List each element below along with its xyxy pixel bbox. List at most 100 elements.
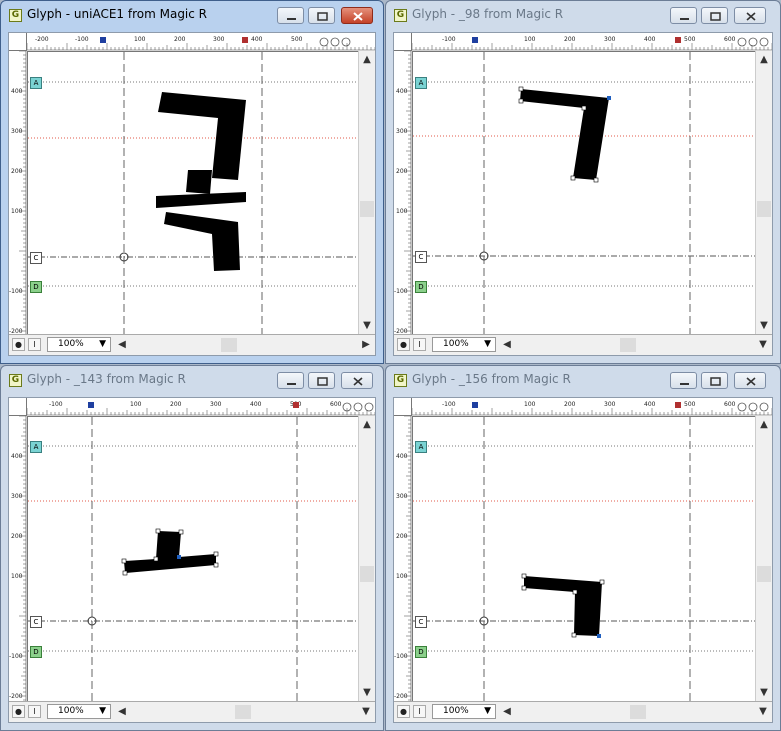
advance-marker-icon[interactable] [293, 402, 299, 408]
maximize-button[interactable] [308, 7, 335, 24]
info-icon[interactable] [748, 37, 758, 47]
scroll-up-button[interactable]: ▲ [757, 418, 771, 432]
vertical-scrollbar[interactable]: ▲ ▼ [358, 416, 375, 702]
lock-icon[interactable]: ● [397, 338, 410, 351]
glyph-outline[interactable] [518, 86, 611, 183]
glyph-canvas[interactable]: A C D [28, 417, 360, 706]
maximize-button[interactable] [308, 372, 335, 389]
zoom-select[interactable]: 100% ▼ [432, 704, 496, 719]
origin-marker-icon[interactable] [472, 37, 478, 43]
text-tool-icon[interactable]: I [413, 338, 426, 351]
vertical-scrollbar[interactable]: ▲ ▼ [755, 416, 772, 702]
text-tool-icon[interactable]: I [28, 338, 41, 351]
advance-marker-icon[interactable] [242, 37, 248, 43]
glyph-canvas[interactable]: A C D [413, 52, 757, 339]
scroll-down-button[interactable]: ▼ [360, 686, 374, 700]
marker-a[interactable]: A [30, 441, 42, 453]
scroll-right-button[interactable]: ▶ [359, 338, 373, 352]
minimize-button[interactable] [670, 7, 697, 24]
marker-d[interactable]: D [415, 646, 427, 658]
info-icon[interactable] [748, 402, 758, 412]
scroll-down-button[interactable]: ▼ [756, 338, 770, 352]
options-icon[interactable] [364, 402, 374, 412]
scroll-down-button[interactable]: ▼ [756, 705, 770, 719]
text-tool-icon[interactable]: I [413, 705, 426, 718]
glyph-canvas[interactable]: A C D [413, 417, 757, 706]
window-titlebar[interactable]: G Glyph - _143 from Magic R [1, 366, 383, 397]
lock-icon[interactable]: ● [397, 705, 410, 718]
marker-c[interactable]: C [415, 251, 427, 263]
scroll-left-button[interactable]: ◀ [115, 705, 129, 719]
marker-d[interactable]: D [415, 281, 427, 293]
scroll-thumb[interactable] [620, 338, 636, 352]
scroll-up-button[interactable]: ▲ [360, 418, 374, 432]
advance-marker-icon[interactable] [675, 37, 681, 43]
help-icon[interactable] [737, 37, 747, 47]
scroll-up-button[interactable]: ▲ [360, 53, 374, 67]
advance-marker-icon[interactable] [675, 402, 681, 408]
maximize-button[interactable] [701, 7, 728, 24]
origin-marker-icon[interactable] [472, 402, 478, 408]
lock-icon[interactable]: ● [12, 338, 25, 351]
close-button[interactable] [341, 372, 373, 389]
scroll-thumb[interactable] [221, 338, 237, 352]
scroll-left-button[interactable]: ◀ [115, 338, 129, 352]
scroll-thumb[interactable] [360, 201, 374, 217]
scroll-down-button[interactable]: ▼ [360, 319, 374, 333]
scroll-thumb[interactable] [757, 201, 771, 217]
options-icon[interactable] [759, 402, 769, 412]
marker-c[interactable]: C [30, 616, 42, 628]
maximize-button[interactable] [701, 372, 728, 389]
scroll-left-button[interactable]: ◀ [500, 705, 514, 719]
scroll-down-button[interactable]: ▼ [359, 705, 373, 719]
origin-marker-icon[interactable] [100, 37, 106, 43]
text-tool-icon[interactable]: I [28, 705, 41, 718]
minimize-button[interactable] [277, 372, 304, 389]
marker-d[interactable]: D [30, 646, 42, 658]
window-titlebar[interactable]: G Glyph - uniACE1 from Magic R [1, 1, 383, 32]
scroll-thumb[interactable] [235, 705, 251, 719]
zoom-select[interactable]: 100% ▼ [47, 704, 111, 719]
marker-a[interactable]: A [415, 441, 427, 453]
help-icon[interactable] [319, 37, 329, 47]
scroll-thumb[interactable] [757, 566, 771, 582]
origin-marker-icon[interactable] [88, 402, 94, 408]
marker-c[interactable]: C [30, 252, 42, 264]
glyph-window-98[interactable]: G Glyph - _98 from Magic R -100 100 200 … [385, 0, 781, 364]
vertical-scrollbar[interactable]: ▲ ▼ [358, 51, 375, 335]
scroll-left-button[interactable]: ◀ [500, 338, 514, 352]
scroll-down-button[interactable]: ▼ [757, 319, 771, 333]
glyph-outline[interactable] [121, 528, 219, 576]
marker-c[interactable]: C [415, 616, 427, 628]
minimize-button[interactable] [277, 7, 304, 24]
marker-a[interactable]: A [30, 77, 42, 89]
minimize-button[interactable] [670, 372, 697, 389]
close-button[interactable] [341, 7, 373, 24]
window-titlebar[interactable]: G Glyph - _98 from Magic R [386, 1, 780, 32]
glyph-canvas[interactable]: A C D [28, 52, 360, 339]
window-titlebar[interactable]: G Glyph - _156 from Magic R [386, 366, 780, 397]
scroll-up-button[interactable]: ▲ [757, 53, 771, 67]
marker-a[interactable]: A [415, 77, 427, 89]
marker-d[interactable]: D [30, 281, 42, 293]
info-icon[interactable] [353, 402, 363, 412]
info-icon[interactable] [330, 37, 340, 47]
zoom-select[interactable]: 100% ▼ [47, 337, 111, 352]
zoom-select[interactable]: 100% ▼ [432, 337, 496, 352]
options-icon[interactable] [759, 37, 769, 47]
help-icon[interactable] [737, 402, 747, 412]
close-button[interactable] [734, 7, 766, 24]
scroll-down-button[interactable]: ▼ [757, 686, 771, 700]
glyph-outline[interactable] [156, 92, 246, 271]
scroll-thumb[interactable] [630, 705, 646, 719]
glyph-outline[interactable] [521, 573, 605, 638]
glyph-window-uniace1[interactable]: G Glyph - uniACE1 from Magic R -200 -100… [0, 0, 384, 364]
chevron-down-icon: ▼ [99, 339, 106, 349]
glyph-window-143[interactable]: G Glyph - _143 from Magic R -100 100 200… [0, 365, 384, 731]
scroll-thumb[interactable] [360, 566, 374, 582]
options-icon[interactable] [341, 37, 351, 47]
close-button[interactable] [734, 372, 766, 389]
glyph-window-156[interactable]: G Glyph - _156 from Magic R -100 100 200… [385, 365, 781, 731]
lock-icon[interactable]: ● [12, 705, 25, 718]
vertical-scrollbar[interactable]: ▲ ▼ [755, 51, 772, 335]
